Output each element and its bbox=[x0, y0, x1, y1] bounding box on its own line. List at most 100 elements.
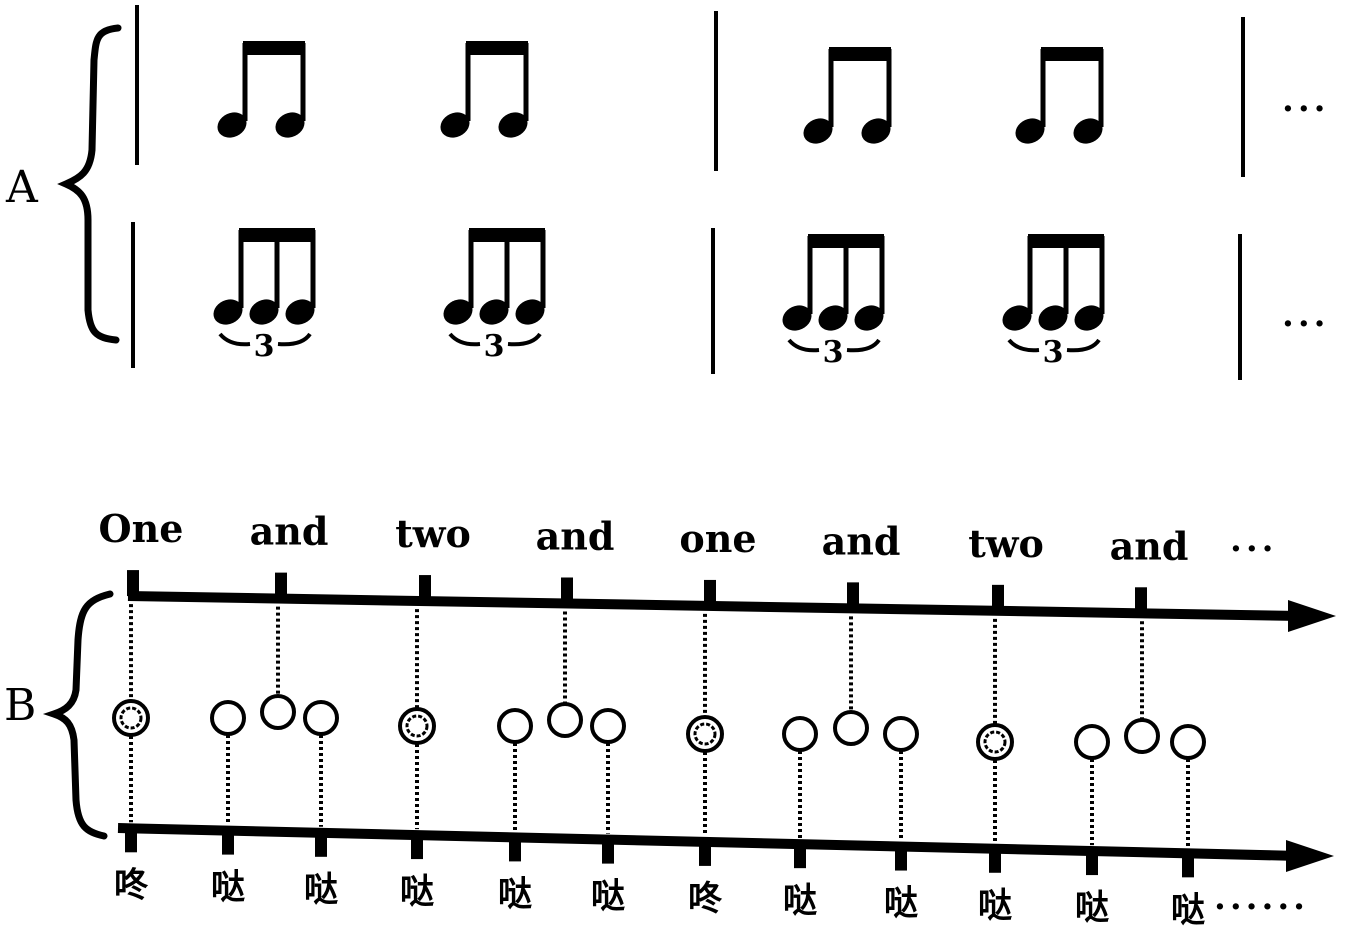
section-b: B One and two and one and two and ··· 咚哒哒哒哒哒咚哒哒哒… bbox=[4, 506, 1336, 929]
count-tick bbox=[847, 582, 859, 609]
continuation-dots: ··· bbox=[1282, 89, 1330, 129]
subdivision-circle bbox=[883, 716, 919, 752]
eighth-note-triplet: 3 bbox=[213, 228, 316, 364]
eighth-note-pair bbox=[217, 41, 306, 138]
section-b-brace bbox=[42, 590, 114, 840]
downbeat-circle-outer bbox=[112, 699, 150, 737]
syllable-tick bbox=[1086, 851, 1098, 876]
note-beam bbox=[243, 41, 305, 55]
downbeat-circle-outer bbox=[976, 723, 1014, 761]
pulse-circles bbox=[112, 604, 1206, 848]
subdivision-circle bbox=[590, 708, 626, 744]
count-label: and bbox=[250, 509, 329, 554]
syllable-label: 哒 bbox=[498, 874, 532, 914]
syllable-tick bbox=[1182, 853, 1194, 878]
count-label: two bbox=[395, 511, 471, 556]
count-tick bbox=[561, 577, 573, 604]
count-tick bbox=[275, 572, 287, 599]
syllable-tick bbox=[222, 830, 234, 855]
eighth-note-triplet: 3 bbox=[1002, 234, 1105, 370]
note-beam bbox=[239, 228, 315, 242]
counting-axis-arrowhead bbox=[1288, 600, 1336, 632]
subdivision-circle bbox=[1170, 724, 1206, 760]
syllable-label: 哒 bbox=[884, 884, 918, 924]
note-beam bbox=[469, 228, 545, 242]
syllable-label: 哒 bbox=[591, 877, 625, 917]
count-label: and bbox=[1110, 523, 1189, 568]
syllable-tick bbox=[699, 841, 711, 866]
syllable-tick bbox=[602, 839, 614, 864]
syllable-label: 哒 bbox=[783, 881, 817, 921]
tuplet-bracket-right bbox=[507, 332, 542, 347]
section-b-label: B bbox=[4, 680, 36, 731]
count-label: and bbox=[822, 518, 901, 563]
pulse-group bbox=[686, 613, 919, 841]
eighth-note-triplet: 3 bbox=[443, 228, 546, 364]
tuplet-bracket-left bbox=[218, 332, 251, 347]
subdivision-circle bbox=[1074, 724, 1110, 760]
syllable-label: 咚 bbox=[688, 879, 723, 919]
syllable-axis-arrowhead bbox=[1286, 840, 1334, 872]
tuplet-bracket-left bbox=[787, 338, 820, 353]
eighth-note-pair bbox=[440, 41, 529, 138]
count-tick bbox=[1135, 587, 1147, 614]
eighth-note-pair bbox=[803, 47, 892, 144]
tuplet-number: 3 bbox=[254, 329, 275, 364]
syllable-tick bbox=[411, 835, 423, 860]
eighth-note-pairs-row: ··· bbox=[135, 5, 1330, 177]
tuplet-number: 3 bbox=[823, 335, 844, 370]
tuplet-bracket-left bbox=[1007, 338, 1040, 353]
downbeat-circle-outer bbox=[686, 715, 724, 753]
tuplet-bracket-right bbox=[1066, 338, 1101, 353]
count-tick bbox=[419, 575, 431, 602]
count-tick bbox=[704, 579, 716, 606]
tuplet-bracket-right bbox=[846, 338, 881, 353]
count-label: One bbox=[99, 506, 184, 551]
subdivision-circle bbox=[782, 716, 818, 752]
note-beam bbox=[808, 234, 884, 248]
syllable-tick bbox=[509, 837, 521, 862]
count-tick bbox=[127, 570, 139, 597]
syllable-tick bbox=[989, 848, 1001, 873]
subdivision-circle bbox=[497, 708, 533, 744]
pulse-group bbox=[398, 609, 626, 834]
syllable-label: 哒 bbox=[1075, 888, 1109, 928]
counting-axis: One and two and one and two and ··· bbox=[99, 506, 1336, 632]
count-continuation: ··· bbox=[1230, 529, 1278, 569]
syllable-label: 咚 bbox=[114, 865, 149, 905]
syllable-label: 哒 bbox=[400, 872, 434, 912]
syllable-tick bbox=[315, 832, 327, 857]
section-a-brace bbox=[57, 24, 122, 344]
note-beam bbox=[1028, 234, 1104, 248]
note-beam bbox=[829, 47, 891, 61]
continuation-dots: ··· bbox=[1282, 304, 1330, 344]
syllable-tick bbox=[794, 844, 806, 869]
syllable-tick bbox=[895, 846, 907, 871]
count-label: and bbox=[536, 513, 615, 558]
syllable-label: 哒 bbox=[211, 868, 245, 908]
pulse-group bbox=[112, 604, 339, 827]
section-a-label: A bbox=[5, 162, 39, 213]
subdivision-circle bbox=[547, 702, 583, 738]
subdivision-circle bbox=[303, 700, 339, 736]
eighth-note-triplets-row: 3 3 3 3 ··· bbox=[131, 222, 1330, 380]
downbeat-circle-outer bbox=[398, 707, 436, 745]
subdivision-circle bbox=[1124, 718, 1160, 754]
syllable-label: 哒 bbox=[304, 870, 338, 910]
note-beam bbox=[1041, 47, 1103, 61]
section-a: A ··· 3 3 3 3 ··· bbox=[5, 5, 1330, 380]
count-label: two bbox=[968, 521, 1044, 566]
syllable-continuation: ······ bbox=[1214, 887, 1309, 927]
note-beam bbox=[466, 41, 528, 55]
rhythm-diagram: A ··· 3 3 3 3 ··· B One and two and one and two and… bbox=[4, 5, 1336, 929]
count-label: one bbox=[679, 516, 756, 561]
syllable-label: 哒 bbox=[978, 886, 1012, 926]
tuplet-bracket-left bbox=[448, 332, 481, 347]
count-tick bbox=[992, 584, 1004, 611]
tuplet-number: 3 bbox=[1043, 335, 1064, 370]
subdivision-circle bbox=[210, 700, 246, 736]
syllable-tick bbox=[125, 828, 137, 853]
syllable-axis: 咚哒哒哒哒哒咚哒哒哒哒哒 ······ bbox=[114, 823, 1334, 929]
tuplet-bracket-right bbox=[277, 332, 312, 347]
eighth-note-triplet: 3 bbox=[782, 234, 885, 370]
